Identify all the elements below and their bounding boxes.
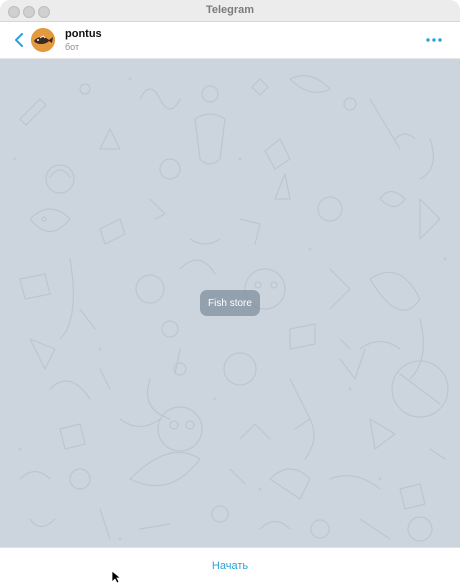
fish-avatar-icon [31, 28, 55, 52]
bottom-bar: Начать [0, 547, 460, 584]
chat-area[interactable]: Fish store [0, 59, 460, 547]
service-message: Fish store [200, 290, 260, 316]
window-title: Telegram [205, 4, 255, 16]
chat-title: pontus [65, 28, 102, 40]
chevron-left-icon [15, 33, 23, 47]
start-button[interactable]: Начать [0, 548, 460, 584]
avatar[interactable] [31, 28, 55, 52]
back-button[interactable] [10, 30, 28, 50]
window-titlebar: Telegram [0, 0, 460, 22]
chat-header: pontus бот [0, 22, 460, 59]
chat-status: бот [65, 42, 80, 52]
more-dots-icon [426, 38, 442, 42]
more-button[interactable] [424, 32, 444, 48]
telegram-window: Telegram pontus бот Fish store Начать [0, 0, 460, 584]
mouse-cursor-icon [111, 570, 121, 584]
